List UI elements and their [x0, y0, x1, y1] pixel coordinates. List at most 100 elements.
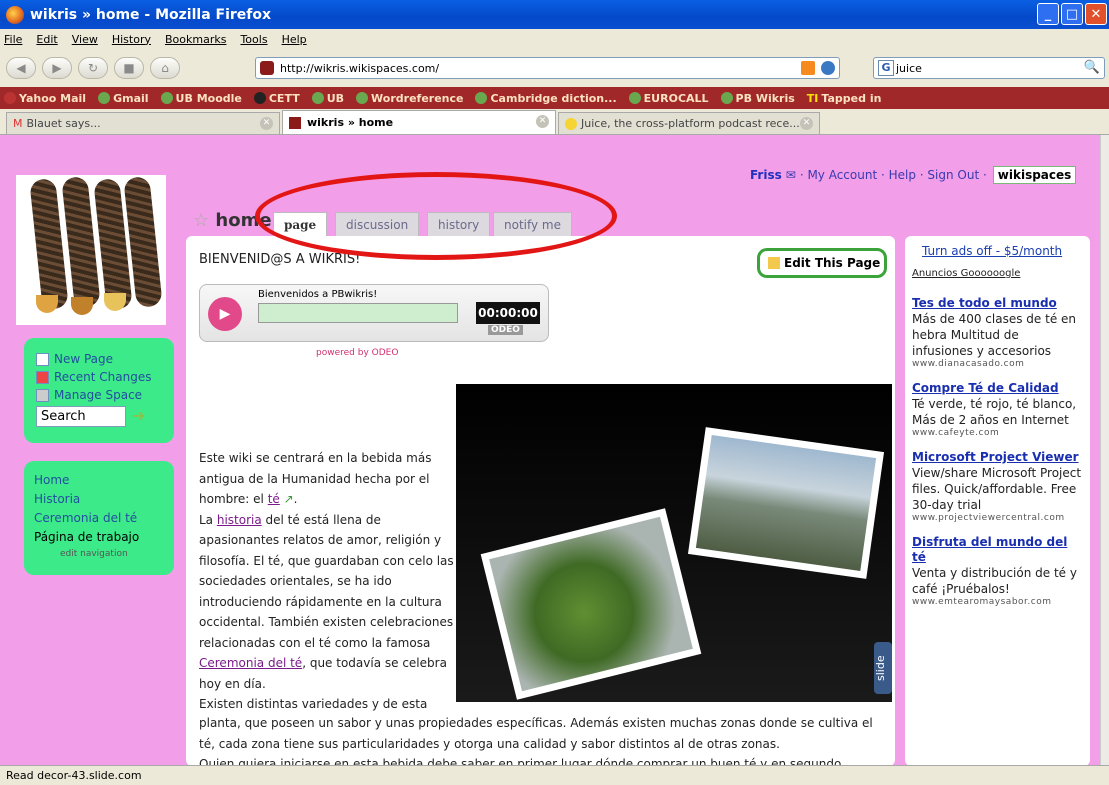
vertical-scrollbar[interactable]	[1100, 135, 1109, 765]
tab-label: Blauet says...	[26, 117, 101, 130]
ad-body: Venta y distribución de té y café ¡Pruéb…	[912, 566, 1077, 596]
ad-url[interactable]: www.emtearomaysabor.com	[912, 597, 1082, 607]
rss-feed-icon[interactable]	[801, 61, 815, 75]
google-engine-icon[interactable]: G	[878, 60, 894, 76]
wikispaces-icon	[289, 116, 301, 129]
player-title: Bienvenidos a PBwikris!	[258, 289, 378, 300]
player-progress[interactable]	[258, 303, 458, 323]
ad-url[interactable]: www.projectviewercentral.com	[912, 513, 1082, 523]
link-te[interactable]: té	[268, 492, 280, 506]
browser-tab-wikris[interactable]: wikris » home ✕	[282, 110, 556, 134]
yahoo-icon	[4, 92, 16, 104]
account-links: Friss ✉ · My Account · Help · Sign Out ·…	[750, 166, 1077, 184]
ad-url[interactable]: www.dianacasado.com	[912, 359, 1082, 369]
ad-title[interactable]: Tes de todo el mundo	[912, 296, 1082, 311]
edit-navigation-link[interactable]: edit navigation	[34, 549, 174, 559]
search-go-icon[interactable]: ➔	[132, 406, 145, 425]
minimize-button[interactable]: _	[1037, 3, 1059, 25]
gmail-icon: M	[13, 117, 23, 130]
bookmark-yahoo-mail[interactable]: Yahoo Mail	[4, 92, 86, 105]
forward-button[interactable]: ▶	[42, 57, 72, 79]
wikispaces-logo[interactable]: wikispaces	[992, 166, 1077, 184]
odeo-logo: ODEO	[488, 325, 523, 335]
browser-tab-blauet[interactable]: M Blauet says... ✕	[6, 112, 280, 134]
bookmark-ub[interactable]: UB	[311, 92, 344, 105]
menu-file[interactable]: File	[4, 33, 22, 46]
manage-space-link[interactable]: Manage Space	[36, 386, 174, 404]
nav-historia[interactable]: Historia	[34, 492, 174, 511]
nav-pagina-de-trabajo[interactable]: Página de trabajo	[34, 530, 174, 549]
nav-ceremonia[interactable]: Ceremonia del té	[34, 511, 174, 530]
ad-title[interactable]: Microsoft Project Viewer	[912, 450, 1082, 465]
menu-help[interactable]: Help	[282, 33, 307, 46]
back-button[interactable]: ◀	[6, 57, 36, 79]
google-ads-label[interactable]: Anuncios Goooooogle	[912, 268, 1090, 296]
menu-tools[interactable]: Tools	[240, 33, 267, 46]
bookmark-icon	[98, 92, 111, 104]
bookmark-cambridge[interactable]: Cambridge diction...	[475, 92, 617, 105]
menu-view[interactable]: View	[72, 33, 98, 46]
play-button[interactable]: ▶	[208, 297, 242, 331]
intro-paragraph: Este wiki se centrará en la bebida más a…	[199, 451, 454, 711]
bookmark-gmail[interactable]: Gmail	[98, 92, 149, 105]
star-icon[interactable]: ☆	[193, 210, 209, 231]
search-icon[interactable]: 🔍	[1084, 60, 1100, 75]
status-text: Read decor-43.slide.com	[6, 769, 142, 782]
tab-close-icon[interactable]: ✕	[260, 117, 273, 130]
slide-badge[interactable]: slide	[874, 642, 892, 694]
turn-ads-off-link[interactable]: Turn ads off - $5/month	[912, 244, 1090, 268]
home-icon[interactable]: ⌂	[150, 57, 180, 79]
player-time: 00:00:00	[476, 302, 540, 324]
nav-home[interactable]: Home	[34, 473, 174, 492]
ads-sidebar: Turn ads off - $5/month Anuncios Goooooo…	[905, 236, 1090, 765]
status-bar: Read decor-43.slide.com	[0, 765, 1109, 785]
account-help-signout[interactable]: · My Account · Help · Sign Out ·	[800, 168, 987, 182]
menu-bookmarks[interactable]: Bookmarks	[165, 33, 226, 46]
photo-slideshow[interactable]: slide	[456, 384, 892, 702]
bookmark-icon	[356, 92, 369, 104]
ad-item[interactable]: Compre Té de Calidad Té verde, té rojo, …	[912, 381, 1082, 438]
menu-edit[interactable]: Edit	[36, 33, 57, 46]
tab-close-icon[interactable]: ✕	[536, 115, 549, 128]
search-input[interactable]	[36, 406, 126, 427]
ad-body: View/share Microsoft Project files. Quic…	[912, 466, 1082, 512]
ad-url[interactable]: www.cafeyte.com	[912, 428, 1082, 438]
red-highlight-ellipse	[255, 172, 617, 260]
stop-icon[interactable]: ■	[114, 57, 144, 79]
edit-page-button[interactable]: Edit This Page	[757, 248, 887, 278]
user-link[interactable]: Friss	[750, 168, 782, 182]
recent-changes-link[interactable]: Recent Changes	[36, 368, 174, 386]
slide-photo-tea-leaves	[480, 508, 702, 700]
bookmark-cett[interactable]: CETT	[253, 92, 300, 105]
tab-label: Juice, the cross-platform podcast rece..…	[581, 117, 800, 130]
maximize-button[interactable]: □	[1061, 3, 1083, 25]
url-text: http://wikris.wikispaces.com/	[280, 61, 440, 75]
search-value: juice	[896, 61, 922, 75]
url-bar[interactable]: http://wikris.wikispaces.com/	[255, 57, 840, 79]
link-historia[interactable]: historia	[217, 513, 262, 527]
site-logo	[16, 175, 166, 325]
ad-item[interactable]: Disfruta del mundo del té Venta y distri…	[912, 535, 1082, 607]
bookmark-pb-wikris[interactable]: PB Wikris	[720, 92, 795, 105]
ad-item[interactable]: Tes de todo el mundo Más de 400 clases d…	[912, 296, 1082, 369]
reload-icon[interactable]: ↻	[78, 57, 108, 79]
bookmark-tapped-in[interactable]: TI Tapped in	[807, 92, 882, 105]
new-page-icon	[36, 352, 49, 366]
ad-title[interactable]: Disfruta del mundo del té	[912, 535, 1082, 565]
tab-close-icon[interactable]: ✕	[800, 117, 813, 130]
bookmark-wordreference[interactable]: Wordreference	[356, 92, 463, 105]
mail-icon[interactable]: ✉	[786, 168, 796, 182]
browser-tab-juice[interactable]: Juice, the cross-platform podcast rece..…	[558, 112, 820, 134]
menu-history[interactable]: History	[112, 33, 151, 46]
new-page-link[interactable]: New Page	[36, 350, 174, 368]
tools-box: New Page Recent Changes Manage Space ➔	[24, 338, 174, 443]
bookmark-ub-moodle[interactable]: UB Moodle	[160, 92, 242, 105]
ad-title[interactable]: Compre Té de Calidad	[912, 381, 1082, 396]
close-button[interactable]: ✕	[1085, 3, 1107, 25]
bookmark-eurocall[interactable]: EUROCALL	[628, 92, 709, 105]
ad-item[interactable]: Microsoft Project Viewer View/share Micr…	[912, 450, 1082, 523]
powered-by-link[interactable]: powered by ODEO	[316, 348, 398, 358]
link-ceremonia[interactable]: Ceremonia del té	[199, 656, 302, 670]
go-icon[interactable]	[821, 61, 835, 75]
search-bar[interactable]: G juice 🔍	[873, 57, 1105, 79]
